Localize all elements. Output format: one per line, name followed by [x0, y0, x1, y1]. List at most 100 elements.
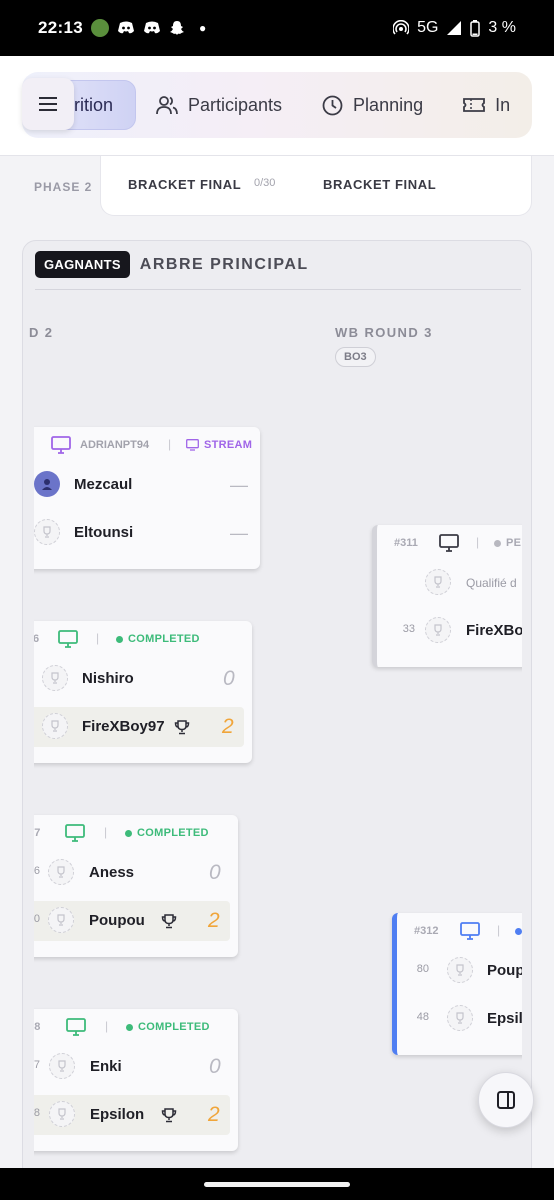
- player-seed: 48: [34, 1107, 40, 1119]
- phase-row: PHASE 2 BRACKET FINAL 0/30 BRACKET FINAL: [0, 156, 554, 226]
- match-header: ADRIANPT94 | STREAM: [34, 427, 260, 467]
- player-name: Poupou: [89, 912, 145, 929]
- ticket-icon: [463, 98, 486, 112]
- completed-status: COMPLETED: [125, 827, 209, 839]
- trophy-placeholder-icon: [57, 866, 65, 878]
- completed-status-label: COMPLETED: [137, 827, 209, 839]
- player-avatar: [48, 907, 74, 933]
- player-name: Eltounsi: [74, 524, 134, 541]
- player-row: Nishiro 0: [34, 659, 252, 699]
- match-header: 6 | COMPLETED: [34, 621, 252, 661]
- home-indicator[interactable]: [204, 1182, 350, 1187]
- navigation-bar: [0, 1168, 554, 1200]
- player-name: Epsil: [487, 1010, 522, 1027]
- trophy-placeholder-icon: [434, 576, 442, 588]
- match-id: #312: [414, 925, 439, 937]
- separator: |: [104, 825, 108, 839]
- match-id: 297: [34, 827, 41, 839]
- phase-item-bracket-final[interactable]: BRACKET FINAL: [128, 177, 241, 192]
- trophy-placeholder-icon: [51, 672, 59, 684]
- menu-button[interactable]: [22, 78, 74, 130]
- signal-icon: [447, 21, 462, 35]
- player-name: Aness: [89, 864, 135, 881]
- player-score: 2: [208, 909, 220, 932]
- player-avatar: [34, 519, 60, 545]
- monitor-icon: [65, 824, 85, 842]
- completed-status: COMPLETED: [126, 1021, 210, 1033]
- player-row: 80 Poup: [397, 951, 522, 991]
- panel-title: ARBRE PRINCIPAL: [139, 255, 309, 273]
- tab-planning-label: Planning: [353, 94, 424, 115]
- player-row: 48 Epsil: [397, 999, 522, 1039]
- player-seed: 48: [416, 1011, 429, 1023]
- player-score: 2: [222, 715, 234, 738]
- status-time: 22:13: [38, 18, 83, 37]
- player-row: 33 FireXBo: [377, 611, 522, 651]
- match-header: 298 | COMPLETED: [34, 1009, 238, 1049]
- match-card-311[interactable]: #311 | PE Qualifié d 33 FireXBo: [372, 525, 522, 667]
- match-header: #312 |: [397, 913, 522, 953]
- status-dot: [515, 928, 522, 935]
- status-bar: 22:13 ● 5G 3 %: [0, 0, 554, 56]
- stream-status-label: STREAM: [204, 439, 253, 451]
- completed-status-label: COMPLETED: [128, 633, 200, 645]
- tab-participants[interactable]: Participants: [136, 72, 302, 138]
- player-row: 16 Aness 0: [34, 853, 238, 893]
- monitor-icon: [51, 436, 71, 454]
- player-name: Mezcaul: [74, 476, 133, 493]
- phase-item-bracket-final-2[interactable]: BRACKET FINAL: [323, 177, 436, 192]
- snapchat-notification-icon: [169, 21, 184, 35]
- tab-bar: rition Participants Planning In: [22, 72, 532, 138]
- player-avatar: [42, 665, 68, 691]
- trophy-icon: [161, 914, 177, 929]
- completed-status-label: COMPLETED: [138, 1021, 210, 1033]
- tab-info[interactable]: In: [443, 72, 530, 138]
- battery-label: 3 %: [488, 19, 516, 36]
- globe-notification-icon: [90, 19, 109, 37]
- app-content: rition Participants Planning In PHASE 2 …: [0, 56, 554, 1168]
- match-card-296[interactable]: 6 | COMPLETED Nishiro 0: [34, 621, 252, 763]
- stream-monitor-icon: [186, 439, 199, 451]
- match-card-298[interactable]: 298 | COMPLETED 17 Enki 0: [34, 1009, 238, 1151]
- match-header: 297 | COMPLETED: [34, 815, 238, 855]
- tab-planning[interactable]: Planning: [302, 72, 443, 138]
- avatar-icon: [42, 479, 52, 490]
- match-card-297[interactable]: 297 | COMPLETED 16 Aness 0: [34, 815, 238, 957]
- player-score: 0: [209, 1055, 221, 1078]
- player-seed: 80: [416, 963, 429, 975]
- sidebar-toggle-button[interactable]: [478, 1072, 534, 1128]
- discord-notification-icon: [117, 21, 134, 34]
- player-score: —: [230, 475, 248, 495]
- status-dot: [125, 829, 132, 837]
- player-avatar: [447, 1005, 473, 1031]
- pending-status-label: PE: [506, 537, 522, 549]
- player-name: FireXBo: [466, 622, 522, 639]
- bracket-panel: GAGNANTS ARBRE PRINCIPAL D 2 WB ROUND 3 …: [22, 240, 532, 1168]
- player-row: 17 Enki 0: [34, 1047, 238, 1087]
- separator: |: [96, 631, 100, 645]
- player-row: Mezcaul —: [34, 465, 260, 505]
- player-name: Nishiro: [82, 670, 134, 687]
- match-card-312[interactable]: #312 | 80 Poup 48 Epsil: [392, 913, 522, 1055]
- player-score: 0: [209, 861, 221, 884]
- player-avatar: [42, 713, 68, 739]
- trophy-placeholder-icon: [58, 1060, 66, 1072]
- player-score: —: [230, 523, 248, 543]
- completed-status: COMPLETED: [116, 633, 200, 645]
- winner-row: 80 Poupou 2: [34, 901, 230, 941]
- trophy-placeholder-icon: [43, 526, 51, 538]
- phase-label: PHASE 2: [34, 180, 93, 194]
- hotspot-icon: [393, 20, 410, 35]
- monitor-icon: [460, 922, 480, 940]
- stream-status[interactable]: STREAM: [186, 439, 252, 451]
- player-row: Qualifié d: [377, 563, 522, 603]
- trophy-icon: [161, 1108, 177, 1123]
- player-avatar: [34, 471, 60, 497]
- match-card-stream[interactable]: ADRIANPT94 | STREAM Mezcaul — Eltounsi —: [34, 427, 260, 569]
- player-seed: 16: [34, 865, 40, 877]
- player-seed: 80: [34, 913, 40, 925]
- separator: |: [105, 1019, 109, 1033]
- trophy-placeholder-icon: [57, 914, 65, 926]
- pending-status: PE: [494, 537, 521, 549]
- player-avatar: [425, 569, 451, 595]
